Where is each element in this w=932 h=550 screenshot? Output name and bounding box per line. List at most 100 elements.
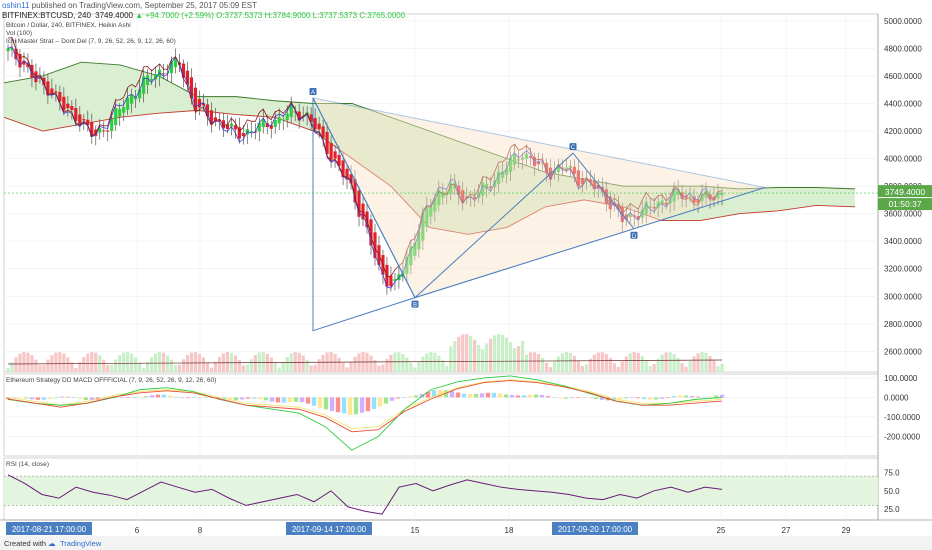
macd-histogram-bar <box>245 397 251 399</box>
macd-histogram-bar <box>401 396 407 398</box>
volume-bar <box>437 355 441 372</box>
countdown-badge-text: 01:50:37 <box>888 199 921 209</box>
volume-bar <box>640 355 644 372</box>
volume-bar <box>417 361 421 372</box>
volume-bar <box>477 344 481 372</box>
volume-bar <box>181 359 186 372</box>
macd-histogram-bar <box>311 397 317 406</box>
macd-histogram-bar <box>257 397 263 400</box>
volume-bar <box>469 336 473 372</box>
macd-histogram-bar <box>701 396 707 398</box>
macd-histogram-bar <box>35 397 41 400</box>
volume-bar <box>281 361 285 372</box>
volume-bar <box>14 357 18 372</box>
ichimoku-legend: Ichi Master Strat -- Dont Del (7, 9, 26,… <box>6 38 176 45</box>
volume-bar <box>34 359 38 372</box>
price-tick-label: 4200.0000 <box>884 127 922 136</box>
macd-histogram-bar <box>527 394 533 398</box>
candle-body <box>78 114 82 124</box>
volume-bar <box>616 367 620 372</box>
macd-histogram-bar <box>365 397 371 412</box>
volume-bar <box>134 357 138 372</box>
candle-body <box>146 75 150 86</box>
volume-bar <box>684 366 688 372</box>
macd-histogram-bar <box>389 397 395 401</box>
time-highlight-label: 2017-09-20 17:00:00 <box>558 525 633 534</box>
macd-histogram-bar <box>155 394 161 398</box>
volume-bar <box>106 365 110 372</box>
volume-bar <box>441 360 445 372</box>
cloud-segment <box>777 187 817 211</box>
rsi-pane <box>4 474 878 515</box>
volume-bar <box>305 359 309 372</box>
volume-bar <box>313 364 317 372</box>
volume-bar <box>142 367 146 372</box>
last-price: 3749.4000 <box>95 11 133 20</box>
volume-bar <box>572 355 577 372</box>
time-tick-label: 29 <box>842 526 851 535</box>
volume-bar <box>237 359 241 372</box>
volume-bar <box>652 364 656 372</box>
price-badge-text: 3749.4000 <box>885 187 925 197</box>
volume-bar <box>357 353 361 372</box>
macd-tick-label: 0.0000 <box>884 393 909 402</box>
macd-histogram-bar <box>641 397 647 400</box>
macd-histogram-bar <box>173 396 179 398</box>
macd-histogram-bar <box>131 397 137 399</box>
volume-bar <box>421 356 425 372</box>
macd-tick-label: -100.0000 <box>884 413 921 422</box>
volume-bar <box>481 349 485 372</box>
macd-histogram-bar <box>647 397 653 400</box>
macd-histogram-bar <box>407 396 413 398</box>
pattern-label: A <box>311 90 315 96</box>
macd-tick-label: 100.0000 <box>884 374 918 383</box>
macd-histogram-bar <box>185 397 191 399</box>
price-tick-label: 3400.0000 <box>884 237 922 246</box>
volume-bar <box>497 334 501 372</box>
volume-bar <box>26 352 30 372</box>
macd-histogram-bar <box>581 397 587 399</box>
volume-bar <box>556 356 561 372</box>
macd-histogram-bar <box>317 397 323 408</box>
macd-histogram-bar <box>203 397 209 398</box>
price-tick-label: 3600.0000 <box>884 210 922 219</box>
volume-bar <box>485 343 489 372</box>
volume-bar <box>58 352 62 372</box>
candle-body <box>110 118 114 132</box>
volume-bar <box>433 352 437 372</box>
volume-bar <box>62 353 66 372</box>
brand-name[interactable]: TradingView <box>60 539 101 548</box>
volume-bar <box>532 352 537 372</box>
macd-histogram-bar <box>65 396 71 398</box>
volume-bar <box>201 357 206 372</box>
macd-histogram-bar <box>659 397 665 399</box>
macd-fast-line <box>7 375 723 451</box>
volume-bar <box>564 352 569 372</box>
macd-histogram-bar <box>329 397 335 412</box>
volume-bar <box>173 365 178 372</box>
author-link[interactable]: oshin11 <box>2 1 29 10</box>
volume-bar <box>453 340 457 372</box>
candle-body <box>62 96 66 111</box>
volume-bar <box>716 366 720 372</box>
volume-bar <box>321 354 325 372</box>
volume-bar <box>157 352 162 372</box>
volume-bar <box>696 353 700 372</box>
volume-bar <box>153 353 158 372</box>
volume-bar <box>185 355 190 372</box>
candle-body <box>161 73 166 75</box>
macd-histogram-bar <box>137 396 143 398</box>
macd-histogram-bar <box>371 397 377 410</box>
candle-body <box>329 142 333 160</box>
volume-bar <box>82 357 86 372</box>
macd-histogram-bar <box>53 397 59 399</box>
volume-bar <box>86 353 90 372</box>
macd-histogram-bar <box>161 394 167 398</box>
candle-body <box>273 119 277 127</box>
volume-bar <box>608 357 612 372</box>
macd-histogram-bar <box>677 395 683 398</box>
candle-body <box>389 275 393 287</box>
macd-histogram-bar <box>167 395 173 398</box>
volume-bar <box>624 356 628 372</box>
time-tick-label: 25 <box>717 526 726 535</box>
